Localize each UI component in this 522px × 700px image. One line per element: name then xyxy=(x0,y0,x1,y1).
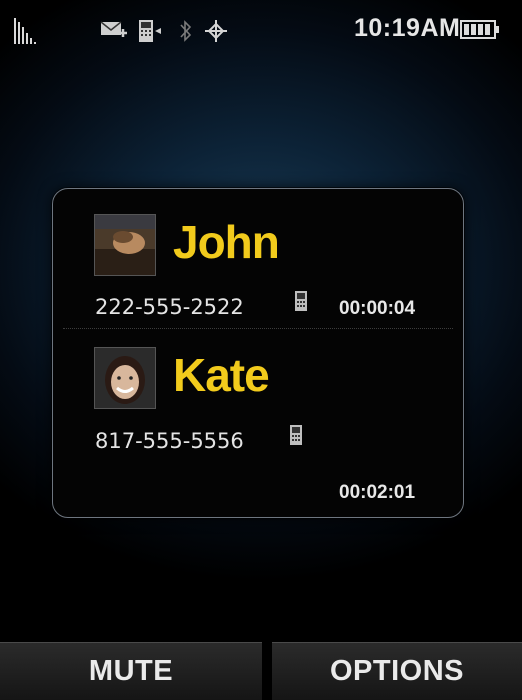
call-divider xyxy=(63,328,453,329)
contact-name: John xyxy=(173,216,280,268)
status-bar: 10:19AM xyxy=(0,0,522,70)
contact-name: Kate xyxy=(173,349,270,401)
contact-avatar xyxy=(94,214,156,276)
battery-icon xyxy=(460,20,499,39)
options-button[interactable]: OPTIONS xyxy=(272,642,522,700)
bluetooth-icon xyxy=(180,20,192,42)
softkey-bar: MUTE OPTIONS xyxy=(0,642,522,700)
call-duration: 00:02:01 xyxy=(339,482,416,503)
gps-icon xyxy=(205,20,227,42)
device-icon xyxy=(139,20,161,42)
mobile-phone-icon xyxy=(295,291,307,311)
clock: 10:19AM xyxy=(354,14,461,42)
mobile-phone-icon xyxy=(290,425,302,445)
contact-avatar xyxy=(94,347,156,409)
phone-number: 222-555-2522 xyxy=(95,295,244,319)
message-icon xyxy=(100,21,127,37)
mute-button[interactable]: MUTE xyxy=(0,642,262,700)
phone-number: 817-555-5556 xyxy=(95,429,244,453)
active-calls-card: John 222-555-2522 00:00:04 Kate 817-555-… xyxy=(52,188,464,518)
call-duration: 00:00:04 xyxy=(339,298,416,319)
signal-icon xyxy=(14,18,38,44)
